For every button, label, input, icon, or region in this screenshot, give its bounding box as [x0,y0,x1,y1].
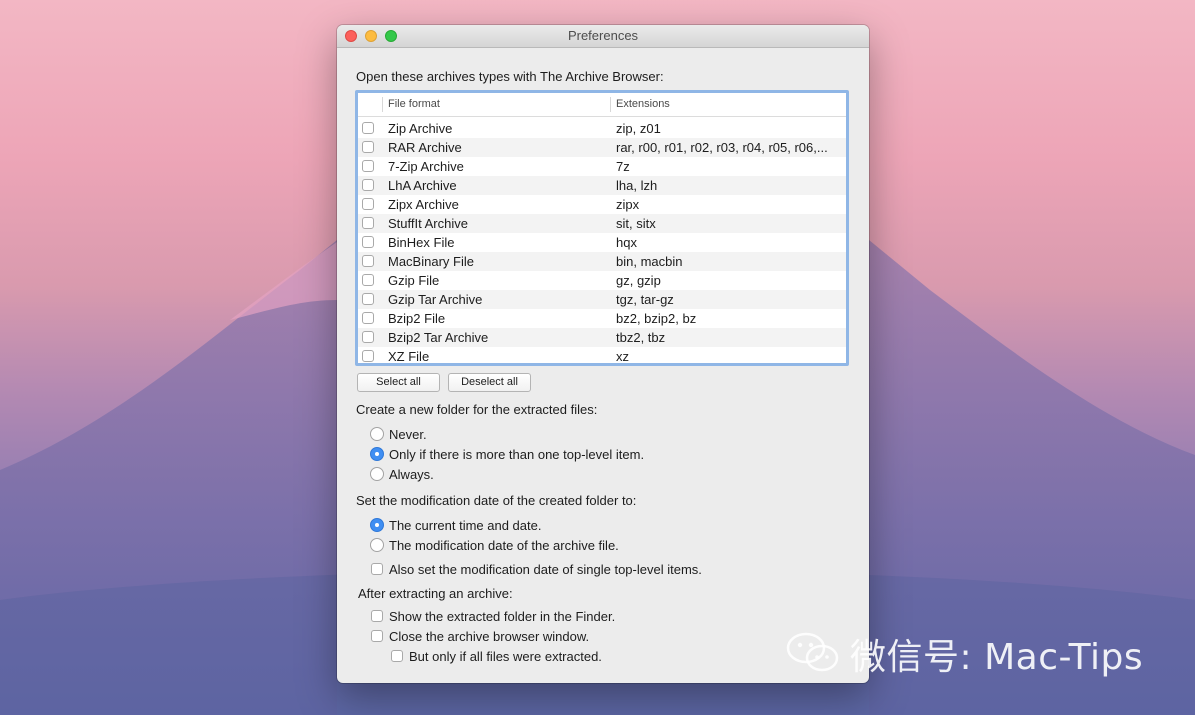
archives-heading: Open these archives types with The Archi… [356,69,664,84]
table-row[interactable]: 7-Zip Archive 7z [358,157,846,176]
extensions-cell: lha, lzh [616,178,658,193]
extensions-cell: xz [616,349,629,364]
radio-only-if-multiple-label[interactable]: Only if there is more than one top-level… [389,447,644,462]
table-row[interactable]: Bzip2 Tar Archive tbz2, tbz [358,328,846,347]
file-format-cell: Gzip File [388,273,440,288]
file-format-cell: Zip Archive [388,121,453,136]
radio-always-label[interactable]: Always. [389,467,434,482]
close-browser-checkbox[interactable] [371,630,383,642]
file-format-cell: Bzip2 Tar Archive [388,330,489,345]
column-header-extensions[interactable]: Extensions [616,93,670,116]
enable-checkbox[interactable] [362,198,374,210]
enable-checkbox[interactable] [362,217,374,229]
extensions-cell: sit, sitx [616,216,656,231]
file-format-cell: 7-Zip Archive [388,159,464,174]
table-row[interactable]: Zip Archive zip, z01 [358,119,846,138]
file-format-cell: LhA Archive [388,178,457,193]
preferences-window: Preferences Open these archives types wi… [337,25,869,683]
file-format-cell: Zipx Archive [388,197,459,212]
new-folder-heading: Create a new folder for the extracted fi… [356,402,598,417]
extensions-cell: bin, macbin [616,254,683,269]
extensions-cell: 7z [616,159,630,174]
enable-checkbox[interactable] [362,255,374,267]
radio-archive-mod-date-label[interactable]: The modification date of the archive fil… [389,538,619,553]
radio-only-if-multiple[interactable] [370,447,384,461]
also-set-mod-date-checkbox[interactable] [371,563,383,575]
only-if-all-extracted-label[interactable]: But only if all files were extracted. [409,649,602,664]
file-format-cell: MacBinary File [388,254,474,269]
extensions-cell: tgz, tar-gz [616,292,674,307]
radio-current-time-label[interactable]: The current time and date. [389,518,541,533]
radio-archive-mod-date[interactable] [370,538,384,552]
extensions-cell: tbz2, tbz [616,330,666,345]
extensions-cell: bz2, bzip2, bz [616,311,697,326]
after-extracting-heading: After extracting an archive: [358,586,513,601]
radio-always[interactable] [370,467,384,481]
mod-date-heading: Set the modification date of the created… [356,493,637,508]
column-separator [382,97,383,112]
table-row[interactable]: StuffIt Archive sit, sitx [358,214,846,233]
only-if-all-extracted-checkbox[interactable] [391,650,403,662]
table-row[interactable]: Bzip2 File bz2, bzip2, bz [358,309,846,328]
enable-checkbox[interactable] [362,160,374,172]
file-format-cell: Bzip2 File [388,311,446,326]
enable-checkbox[interactable] [362,122,374,134]
file-format-cell: StuffIt Archive [388,216,468,231]
enable-checkbox[interactable] [362,274,374,286]
extensions-cell: gz, gzip [616,273,661,288]
enable-checkbox[interactable] [362,293,374,305]
table-row[interactable]: RAR Archive rar, r00, r01, r02, r03, r04,… [358,138,846,157]
wechat-icon [786,632,839,672]
watermark-text: 微信号: Mac-Tips [850,637,1144,678]
radio-never[interactable] [370,427,384,441]
deselect-all-button[interactable]: Deselect all [448,373,531,392]
minimize-window-button[interactable] [365,30,377,42]
file-format-cell: RAR Archive [388,140,462,155]
table-row[interactable]: Gzip File gz, gzip [358,271,846,290]
extensions-cell: zip, z01 [616,121,661,136]
select-all-button[interactable]: Select all [357,373,440,392]
show-in-finder-label[interactable]: Show the extracted folder in the Finder. [389,609,615,624]
show-in-finder-checkbox[interactable] [371,610,383,622]
radio-current-time[interactable] [370,518,384,532]
extensions-cell: zipx [616,197,640,212]
enable-checkbox[interactable] [362,312,374,324]
window-title: Preferences [567,28,639,43]
extensions-cell: rar, r00, r01, r02, r03, r04, r05, r06,.… [616,140,828,155]
file-format-cell: Gzip Tar Archive [388,292,483,307]
table-row[interactable]: MacBinary File bin, macbin [358,252,846,271]
radio-never-label[interactable]: Never. [389,427,427,442]
enable-checkbox[interactable] [362,236,374,248]
table-row[interactable]: LhA Archive lha, lzh [358,176,846,195]
title-bar[interactable]: Preferences [337,25,869,48]
file-format-cell: XZ File [388,349,430,364]
table-row[interactable]: Zipx Archive zipx [358,195,846,214]
enable-checkbox[interactable] [362,331,374,343]
extensions-cell: hqx [616,235,637,250]
zoom-window-button[interactable] [385,30,397,42]
column-header-format[interactable]: File format [388,93,440,116]
table-body: Zip Archive zip, z01 RAR Archive rar, r00,… [358,117,846,366]
enable-checkbox[interactable] [362,350,374,362]
file-format-cell: BinHex File [388,235,455,250]
table-header: File format Extensions [358,93,846,117]
close-window-button[interactable] [345,30,357,42]
archive-types-table[interactable]: File format Extensions Zip Archive zip, z… [355,90,849,366]
column-separator [610,97,611,112]
enable-checkbox[interactable] [362,141,374,153]
also-set-mod-date-label[interactable]: Also set the modification date of single… [389,562,702,577]
enable-checkbox[interactable] [362,179,374,191]
table-row[interactable]: XZ File xz [358,347,846,366]
close-browser-label[interactable]: Close the archive browser window. [389,629,589,644]
table-row[interactable]: BinHex File hqx [358,233,846,252]
table-row[interactable]: Gzip Tar Archive tgz, tar-gz [358,290,846,309]
